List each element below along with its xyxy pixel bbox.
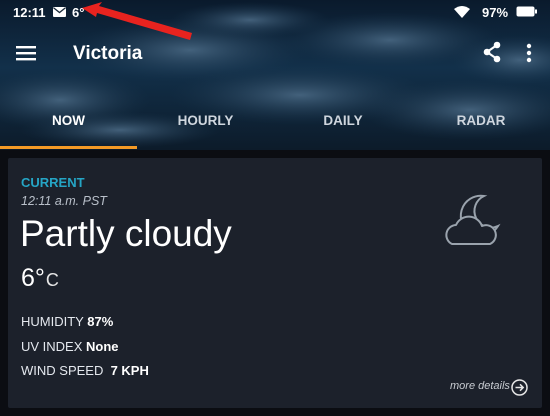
tab-hourly[interactable]: HOURLY	[137, 108, 274, 150]
share-icon[interactable]	[482, 41, 502, 63]
stat-label: HUMIDITY	[21, 314, 84, 329]
more-vert-icon[interactable]	[526, 43, 532, 63]
condition-text: Partly cloudy	[20, 213, 232, 254]
temperature-value: 6	[21, 264, 35, 292]
city-title: Victoria	[73, 43, 143, 64]
temperature-unit: C	[45, 270, 59, 290]
tab-now[interactable]: NOW	[0, 108, 137, 150]
stat-label: UV INDEX	[21, 339, 83, 354]
section-label-current: CURRENT	[21, 175, 85, 190]
stat-wind-speed: WIND SPEED 7 KPH	[21, 363, 149, 378]
battery-icon	[516, 6, 537, 17]
stat-value: 7 KPH	[110, 363, 149, 378]
moon-cloud-icon	[445, 194, 501, 245]
arrow-right-circle-icon[interactable]	[511, 379, 528, 396]
tab-radar[interactable]: RADAR	[412, 108, 550, 150]
status-time: 12:11	[13, 5, 46, 20]
active-tab-indicator	[0, 146, 137, 149]
header: 12:11 6° 97% Victoria NOW HOURLY DAILY R…	[0, 0, 550, 150]
stat-label: WIND SPEED	[21, 363, 104, 378]
observation-time: 12:11 a.m. PST	[21, 194, 107, 208]
current-conditions-card: CURRENT 12:11 a.m. PST Partly cloudy 6°C…	[8, 158, 542, 408]
tab-bar: NOW HOURLY DAILY RADAR	[0, 108, 550, 150]
stat-uv-index: UV INDEX None	[21, 339, 119, 354]
wifi-icon	[454, 6, 470, 18]
battery-percent: 97%	[482, 5, 509, 20]
tab-daily[interactable]: DAILY	[274, 108, 412, 150]
stat-value: 87%	[87, 314, 114, 329]
mail-icon	[53, 7, 66, 17]
more-details-link[interactable]: more details	[450, 380, 510, 392]
menu-icon[interactable]	[16, 45, 36, 61]
stat-value: None	[86, 339, 119, 354]
stat-humidity: HUMIDITY 87%	[21, 314, 113, 329]
temperature-degree: °	[34, 264, 45, 292]
current-temperature: 6°C	[21, 264, 59, 293]
app-bar: Victoria	[0, 34, 550, 74]
